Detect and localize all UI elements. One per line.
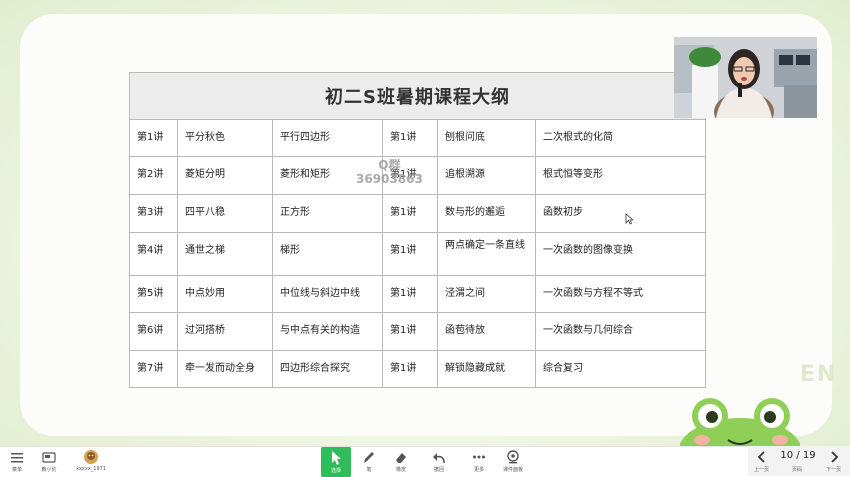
courseware-button[interactable]: 课件面板 — [499, 449, 527, 473]
table-cell: 过河搭桥 — [185, 325, 225, 336]
teacher-video-frame — [674, 37, 817, 118]
table-cell: 第1讲 — [390, 288, 417, 299]
avatar-icon — [84, 450, 98, 464]
bottom-toolbar: 菜单 教小伦 xxxxx_1971 选择 笔 橡皮 撤回 更多 课件面板 — [0, 446, 850, 477]
eraser-icon — [396, 453, 406, 463]
table-cell: 通世之梯 — [185, 245, 225, 256]
pen-tool-button[interactable]: 笔 — [357, 449, 381, 473]
table-cell: 两点确定一条直线 — [445, 240, 525, 251]
table-cell: 梯形 — [280, 245, 300, 256]
eraser-tool-label: 橡皮 — [395, 467, 406, 473]
table-cell: 第7讲 — [137, 363, 164, 374]
watermark-line: Q群 — [378, 158, 401, 172]
user-profile[interactable]: xxxxx_1971 — [72, 449, 110, 472]
table-cell: 四平八稳 — [185, 207, 225, 218]
group-watermark: Q群 36903863 — [356, 158, 423, 186]
courseware-label: 课件面板 — [502, 467, 523, 473]
table-cell: 第1讲 — [137, 132, 164, 143]
table-row: 第4讲 通世之梯 梯形 第1讲 两点确定一条直线 一次函数的图像变换 — [129, 232, 706, 276]
page-jump-label: 页码 — [792, 467, 803, 473]
pen-tool-label: 笔 — [366, 467, 372, 473]
table-cell: 函苞待放 — [445, 325, 485, 336]
table-cell: 函数初步 — [543, 207, 583, 218]
table-row: 第1讲 平分秋色 平行四边形 第1讲 刨根问底 二次根式的化简 — [129, 119, 706, 157]
username-label: xxxxx_1971 — [75, 466, 107, 472]
slide-stage: EN 初二S班暑期课程大纲 第1讲 平分秋色 平行四边形 第1讲 刨根问底 二次… — [0, 0, 850, 446]
table-cell: 第1讲 — [390, 363, 417, 374]
undo-icon — [433, 453, 445, 464]
select-tool-label: 选择 — [330, 468, 341, 474]
table-cell: 第1讲 — [390, 207, 417, 218]
pen-icon — [364, 452, 374, 463]
table-cell: 正方形 — [280, 207, 310, 218]
table-cell: 牵一发而动全身 — [185, 363, 255, 374]
table-cell: 二次根式的化简 — [543, 132, 613, 143]
page-navigator: 上一页 10 / 19 页码 下一页 — [748, 446, 850, 476]
table-cell: 根式恒等变形 — [543, 169, 603, 180]
more-label: 更多 — [473, 467, 484, 473]
chevron-right-icon[interactable] — [830, 450, 840, 464]
table-cell: 综合复习 — [543, 363, 583, 374]
prev-page-label: 上一页 — [754, 467, 770, 473]
table-cell: 第4讲 — [137, 245, 164, 256]
table-cell: 一次函数的图像变换 — [543, 245, 633, 256]
table-cell: 第1讲 — [390, 245, 417, 256]
table-cell: 四边形综合探究 — [280, 363, 350, 374]
syllabus-table: 初二S班暑期课程大纲 第1讲 平分秋色 平行四边形 第1讲 刨根问底 二次根式的… — [129, 72, 706, 388]
mouse-cursor-icon — [625, 213, 633, 225]
table-cell: 解锁隐藏成就 — [445, 363, 505, 374]
table-cell: 追根溯源 — [445, 169, 485, 180]
courseware-icon — [507, 450, 519, 464]
next-page-label: 下一页 — [826, 467, 842, 473]
table-cell: 数与形的邂逅 — [445, 207, 505, 218]
table-row: 第5讲 中点妙用 中位线与斜边中线 第1讲 泾渭之间 一次函数与方程不等式 — [129, 275, 706, 313]
eraser-tool-button[interactable]: 橡皮 — [389, 449, 413, 473]
table-cell: 刨根问底 — [445, 132, 485, 143]
table-cell: 中点妙用 — [185, 288, 225, 299]
watermark-line: 36903863 — [356, 172, 423, 186]
more-button[interactable]: 更多 — [467, 449, 491, 473]
teacher-video[interactable] — [674, 37, 817, 118]
cursor-icon — [332, 451, 341, 465]
more-icon — [473, 455, 485, 459]
menu-label: 菜单 — [11, 467, 22, 473]
table-row: 第6讲 过河搭桥 与中点有关的构造 第1讲 函苞待放 一次函数与几何综合 — [129, 312, 706, 351]
table-cell: 第2讲 — [137, 169, 164, 180]
whiteboard-button[interactable]: 教小伦 — [36, 449, 62, 473]
table-cell: 与中点有关的构造 — [280, 325, 360, 336]
table-cell: 一次函数与几何综合 — [543, 325, 633, 336]
corner-watermark: EN — [800, 362, 838, 387]
table-cell: 第6讲 — [137, 325, 164, 336]
table-cell: 第3讲 — [137, 207, 164, 218]
table-row: 第3讲 四平八稳 正方形 第1讲 数与形的邂逅 函数初步 — [129, 194, 706, 233]
menu-icon — [11, 453, 23, 463]
table-cell: 平分秋色 — [185, 132, 225, 143]
select-tool-button[interactable]: 选择 — [321, 447, 351, 477]
frog-mascot-icon — [680, 398, 800, 446]
table-cell: 第1讲 — [390, 132, 417, 143]
table-cell: 第1讲 — [390, 325, 417, 336]
menu-button[interactable]: 菜单 — [6, 449, 28, 473]
table-cell: 菱矩分明 — [185, 169, 225, 180]
table-cell: 中位线与斜边中线 — [280, 288, 360, 299]
table-cell: 平行四边形 — [280, 132, 330, 143]
undo-label: 撤回 — [433, 467, 444, 473]
table-row: 第7讲 牵一发而动全身 四边形综合探究 第1讲 解锁隐藏成就 综合复习 — [129, 350, 706, 388]
page-number[interactable]: 10 / 19 — [778, 450, 818, 461]
undo-button[interactable]: 撤回 — [427, 449, 451, 473]
table-title: 初二S班暑期课程大纲 — [129, 72, 706, 120]
table-cell: 泾渭之间 — [445, 288, 485, 299]
table-cell: 一次函数与方程不等式 — [543, 288, 643, 299]
chevron-left-icon[interactable] — [756, 450, 766, 464]
whiteboard-label: 教小伦 — [41, 467, 57, 473]
whiteboard-icon — [42, 452, 56, 463]
table-cell: 第5讲 — [137, 288, 164, 299]
